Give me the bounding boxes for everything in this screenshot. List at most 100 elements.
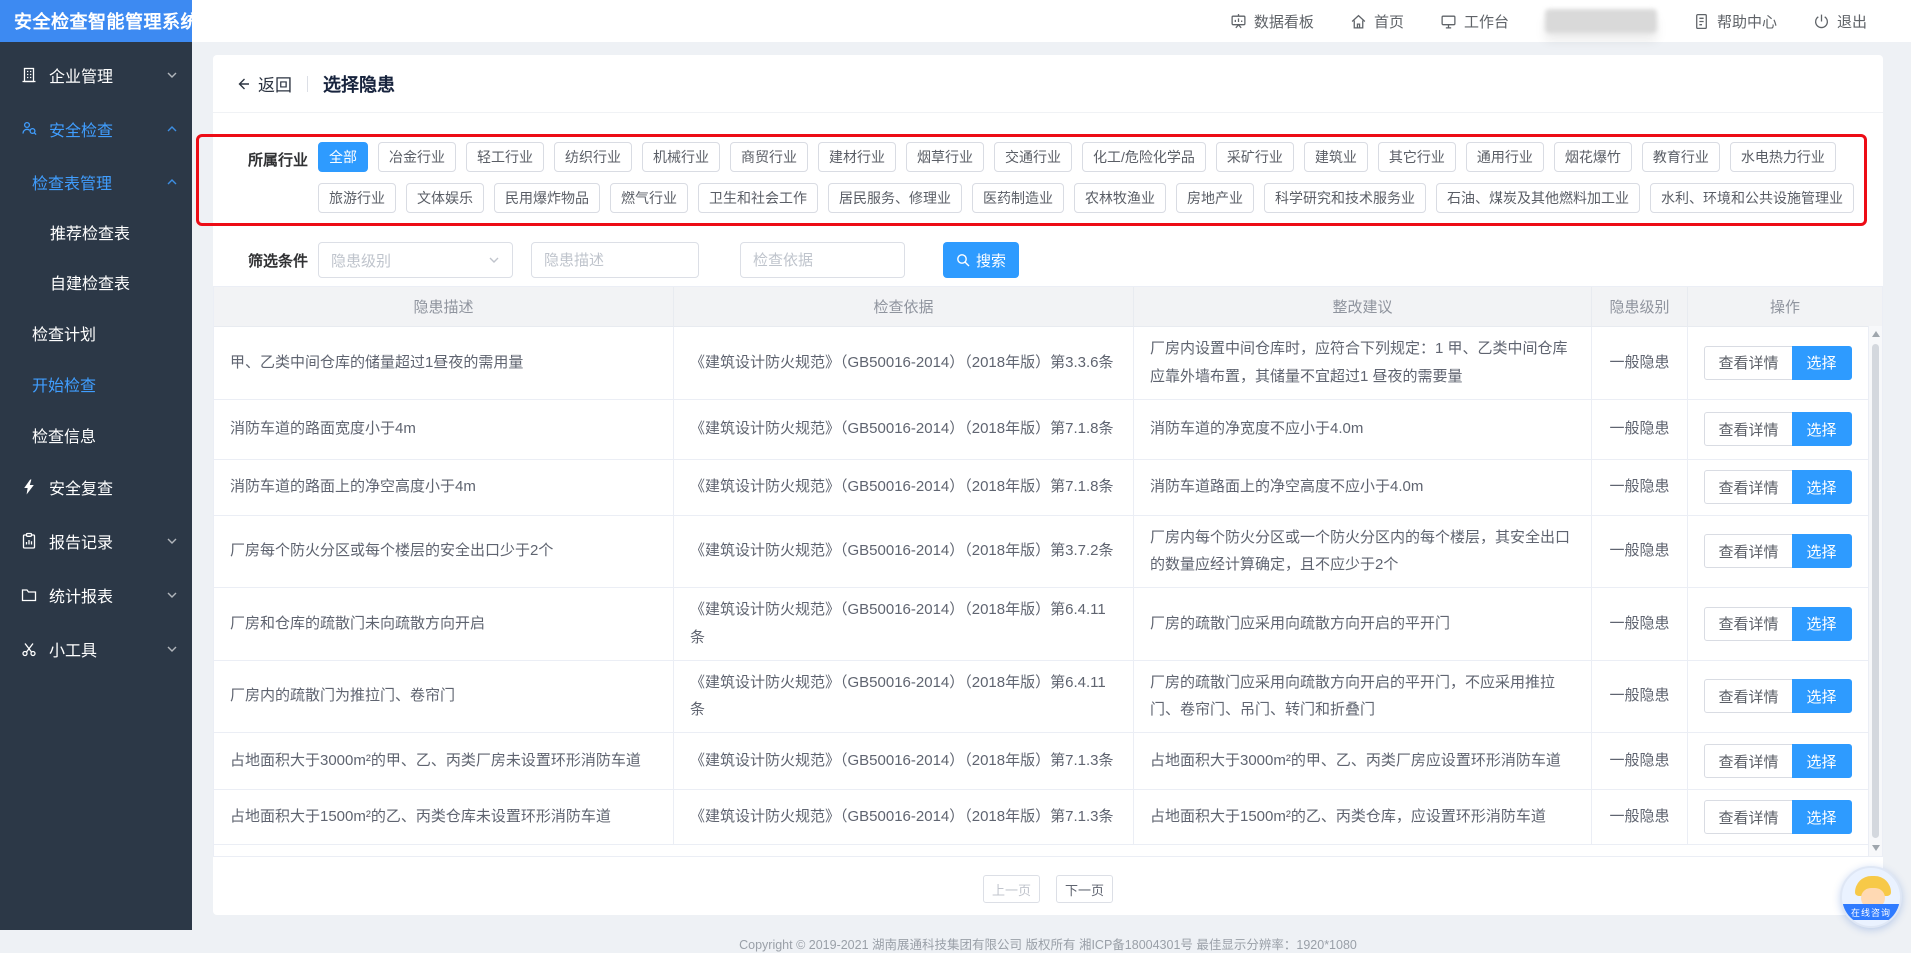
inspection-basis-input[interactable] bbox=[740, 242, 905, 278]
industry-tag[interactable]: 房地产业 bbox=[1176, 183, 1254, 213]
industry-tag[interactable]: 轻工行业 bbox=[466, 142, 544, 172]
sidebar-item-label: 推荐检查表 bbox=[50, 220, 130, 244]
view-detail-button[interactable]: 查看详情 bbox=[1704, 679, 1792, 713]
sidebar-item-label: 企业管理 bbox=[49, 63, 113, 87]
sidebar-item-start-inspection[interactable]: 开始检查 bbox=[0, 358, 192, 409]
table-partial-row bbox=[214, 844, 1868, 856]
hazard-level-select[interactable]: 隐患级别 bbox=[318, 242, 513, 278]
industry-tag[interactable]: 教育行业 bbox=[1642, 142, 1720, 172]
scroll-up-arrow-icon[interactable] bbox=[1872, 331, 1880, 337]
industry-tag[interactable]: 通用行业 bbox=[1466, 142, 1544, 172]
sidebar-item-inspection-info[interactable]: 检查信息 bbox=[0, 409, 192, 460]
select-button[interactable]: 选择 bbox=[1792, 412, 1852, 446]
lightning-icon bbox=[20, 478, 38, 496]
cell-hazard-desc: 厂房内的疏散门为推拉门、卷帘门 bbox=[214, 661, 674, 733]
sidebar-item-tools[interactable]: 小工具 bbox=[0, 622, 192, 676]
sidebar-item-inspection-plan[interactable]: 检查计划 bbox=[0, 307, 192, 358]
online-support-widget[interactable]: 在线咨询 bbox=[1840, 866, 1902, 928]
view-detail-button[interactable]: 查看详情 bbox=[1704, 744, 1792, 778]
table-scrollbar[interactable] bbox=[1868, 326, 1882, 856]
sidebar-item-enterprise-mgmt[interactable]: 企业管理 bbox=[0, 48, 192, 102]
select-button[interactable]: 选择 bbox=[1792, 534, 1852, 568]
topbar-item-dashboard[interactable]: 数据看板 bbox=[1230, 11, 1314, 32]
cell-level: 一般隐患 bbox=[1592, 400, 1688, 459]
industry-tag[interactable]: 卫生和社会工作 bbox=[698, 183, 818, 213]
sidebar-item-recommended-checklist[interactable]: 推荐检查表 bbox=[0, 207, 192, 257]
industry-tag[interactable]: 冶金行业 bbox=[378, 142, 456, 172]
sidebar-item-safety-inspection[interactable]: 安全检查 bbox=[0, 102, 192, 156]
industry-tag[interactable]: 烟草行业 bbox=[906, 142, 984, 172]
select-button[interactable]: 选择 bbox=[1792, 346, 1852, 380]
folder-icon bbox=[20, 586, 38, 604]
main-content: 返回 选择隐患 所属行业 全部 冶金行业 轻工行业 纺织行业 机械行业 商贸行业… bbox=[192, 42, 1911, 930]
cell-level: 一般隐患 bbox=[1592, 733, 1688, 789]
industry-tag[interactable]: 居民服务、修理业 bbox=[828, 183, 962, 213]
industry-tag[interactable]: 采矿行业 bbox=[1216, 142, 1294, 172]
select-button[interactable]: 选择 bbox=[1792, 607, 1852, 641]
industry-tag[interactable]: 交通行业 bbox=[994, 142, 1072, 172]
view-detail-button[interactable]: 查看详情 bbox=[1704, 800, 1792, 834]
sidebar-item-custom-checklist[interactable]: 自建检查表 bbox=[0, 257, 192, 307]
industry-tag[interactable]: 文体娱乐 bbox=[406, 183, 484, 213]
cell-basis: 《建筑设计防火规范》（GB50016-2014）（2018年版）第7.1.3条 bbox=[674, 733, 1134, 789]
cell-level: 一般隐患 bbox=[1592, 661, 1688, 733]
view-detail-button[interactable]: 查看详情 bbox=[1704, 607, 1792, 641]
sidebar-item-checklist-mgmt[interactable]: 检查表管理 bbox=[0, 156, 192, 207]
view-detail-button[interactable]: 查看详情 bbox=[1704, 412, 1792, 446]
industry-tag[interactable]: 建筑业 bbox=[1304, 142, 1368, 172]
select-button[interactable]: 选择 bbox=[1792, 679, 1852, 713]
industry-tag[interactable]: 科学研究和技术服务业 bbox=[1264, 183, 1426, 213]
cell-basis: 《建筑设计防火规范》（GB50016-2014）（2018年版）第3.7.2条 bbox=[674, 516, 1134, 588]
industry-tag[interactable]: 农林牧渔业 bbox=[1074, 183, 1166, 213]
sidebar-item-report-records[interactable]: 报告记录 bbox=[0, 514, 192, 568]
sidebar-item-statistics-reports[interactable]: 统计报表 bbox=[0, 568, 192, 622]
cell-hazard-desc: 厂房每个防火分区或每个楼层的安全出口少于2个 bbox=[214, 516, 674, 588]
industry-tag[interactable]: 水利、环境和公共设施管理业 bbox=[1650, 183, 1854, 213]
cell-basis: 《建筑设计防火规范》（GB50016-2014）（2018年版）第7.1.8条 bbox=[674, 460, 1134, 515]
view-detail-button[interactable]: 查看详情 bbox=[1704, 534, 1792, 568]
cell-basis: 《建筑设计防火规范》（GB50016-2014）（2018年版）第7.1.3条 bbox=[674, 790, 1134, 844]
industry-tag[interactable]: 烟花爆竹 bbox=[1554, 142, 1632, 172]
industry-tag-row-2: 旅游行业 文体娱乐 民用爆炸物品 燃气行业 卫生和社会工作 居民服务、修理业 医… bbox=[318, 183, 1854, 213]
cell-level: 一般隐患 bbox=[1592, 588, 1688, 660]
sidebar-item-label: 小工具 bbox=[49, 637, 97, 661]
industry-tag[interactable]: 商贸行业 bbox=[730, 142, 808, 172]
prev-page-button[interactable]: 上一页 bbox=[983, 875, 1040, 903]
select-button[interactable]: 选择 bbox=[1792, 470, 1852, 504]
table-row: 消防车道的路面宽度小于4m 《建筑设计防火规范》（GB50016-2014）（2… bbox=[214, 399, 1868, 459]
select-button[interactable]: 选择 bbox=[1792, 744, 1852, 778]
next-page-button[interactable]: 下一页 bbox=[1056, 875, 1113, 903]
industry-tag[interactable]: 民用爆炸物品 bbox=[494, 183, 600, 213]
topbar-item-help-center[interactable]: 帮助中心 bbox=[1693, 11, 1777, 32]
chevron-down-icon bbox=[166, 535, 178, 547]
view-detail-button[interactable]: 查看详情 bbox=[1704, 470, 1792, 504]
industry-tag[interactable]: 医药制造业 bbox=[972, 183, 1064, 213]
back-button[interactable]: 返回 bbox=[235, 71, 292, 96]
topbar-item-home[interactable]: 首页 bbox=[1350, 11, 1404, 32]
industry-tag[interactable]: 燃气行业 bbox=[610, 183, 688, 213]
industry-tag[interactable]: 水电热力行业 bbox=[1730, 142, 1836, 172]
blurred-username[interactable] bbox=[1545, 9, 1657, 33]
industry-tag[interactable]: 机械行业 bbox=[642, 142, 720, 172]
sidebar-item-label: 安全复查 bbox=[49, 475, 113, 499]
industry-tag[interactable]: 其它行业 bbox=[1378, 142, 1456, 172]
view-detail-button[interactable]: 查看详情 bbox=[1704, 346, 1792, 380]
topbar-item-label: 退出 bbox=[1837, 11, 1867, 32]
select-button[interactable]: 选择 bbox=[1792, 800, 1852, 834]
industry-tag[interactable]: 石油、煤炭及其他燃料加工业 bbox=[1436, 183, 1640, 213]
dashboard-icon bbox=[1230, 13, 1247, 30]
industry-tag-all[interactable]: 全部 bbox=[318, 142, 368, 172]
table-row: 消防车道的路面上的净空高度小于4m 《建筑设计防火规范》（GB50016-201… bbox=[214, 459, 1868, 515]
industry-tag[interactable]: 建材行业 bbox=[818, 142, 896, 172]
industry-tag[interactable]: 旅游行业 bbox=[318, 183, 396, 213]
topbar-item-workbench[interactable]: 工作台 bbox=[1440, 11, 1509, 32]
sidebar-item-label: 自建检查表 bbox=[50, 270, 130, 294]
scrollbar-thumb[interactable] bbox=[1872, 344, 1879, 838]
scroll-down-arrow-icon[interactable] bbox=[1872, 845, 1880, 851]
hazard-desc-input[interactable] bbox=[531, 242, 699, 278]
topbar-item-logout[interactable]: 退出 bbox=[1813, 11, 1867, 32]
search-button[interactable]: 搜索 bbox=[943, 242, 1019, 278]
industry-tag[interactable]: 纺织行业 bbox=[554, 142, 632, 172]
industry-tag[interactable]: 化工/危险化学品 bbox=[1082, 142, 1206, 172]
sidebar-item-safety-review[interactable]: 安全复查 bbox=[0, 460, 192, 514]
